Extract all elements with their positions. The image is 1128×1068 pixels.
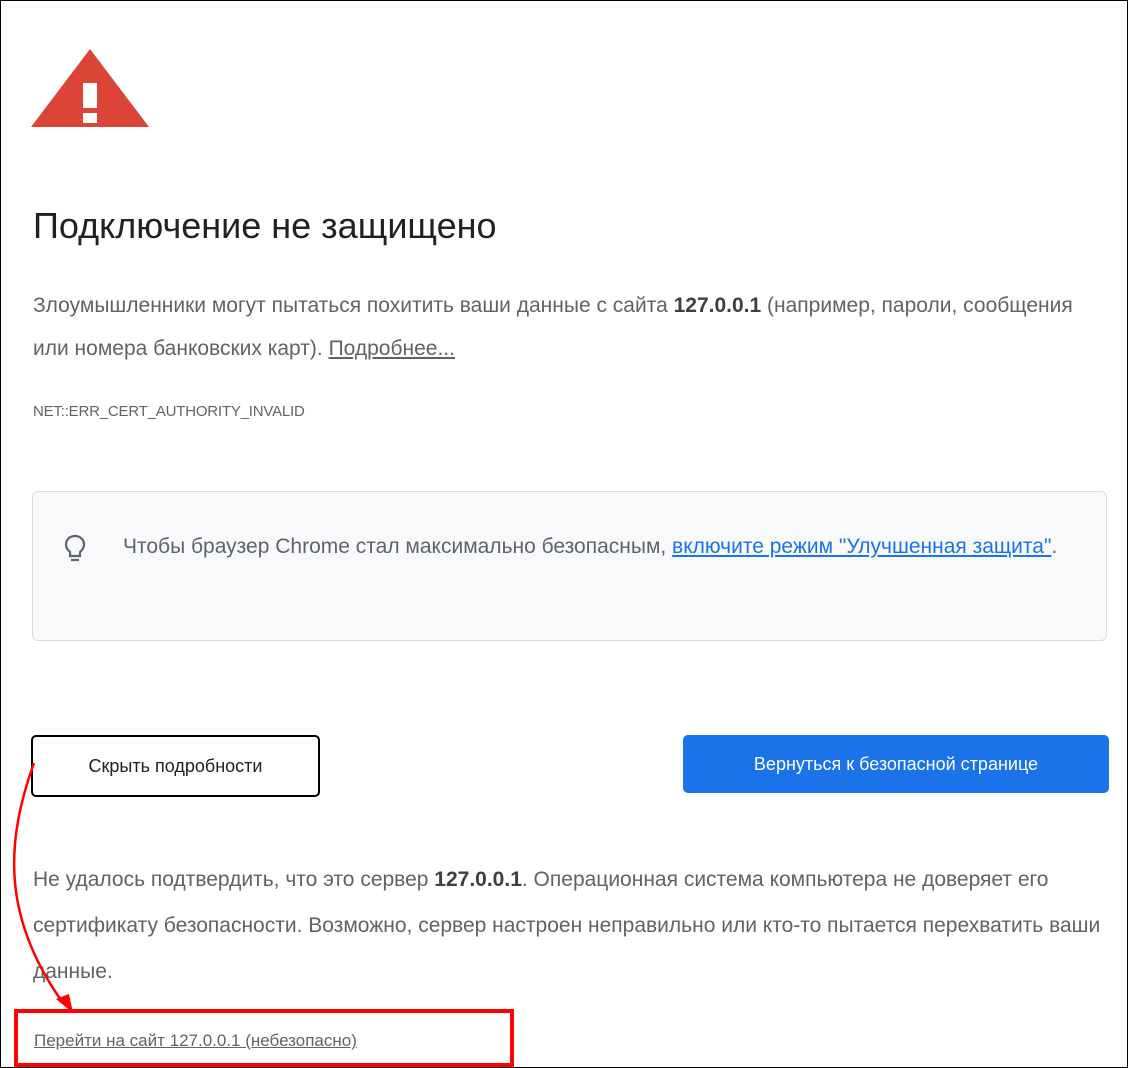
tip-text-end: . bbox=[1051, 535, 1058, 558]
enhanced-protection-tip: Чтобы браузер Chrome стал максимально бе… bbox=[32, 491, 1107, 641]
enhanced-protection-link[interactable]: включите режим "Улучшенная защита" bbox=[672, 535, 1051, 558]
details-text-start: Не удалось подтвердить, что это сервер bbox=[33, 868, 435, 891]
proceed-highlight-box: Перейти на сайт 127.0.0.1 (небезопасно) bbox=[14, 1009, 514, 1067]
proceed-unsafe-link[interactable]: Перейти на сайт 127.0.0.1 (небезопасно) bbox=[34, 1031, 357, 1051]
interstitial-page: Подключение не защищено Злоумышленники м… bbox=[0, 0, 1128, 1068]
page-title: Подключение не защищено bbox=[33, 205, 497, 246]
tip-text-start: Чтобы браузер Chrome стал максимально бе… bbox=[123, 535, 673, 558]
tip-text: Чтобы браузер Chrome стал максимально бе… bbox=[123, 525, 1083, 568]
back-to-safety-button[interactable]: Вернуться к безопасной странице bbox=[683, 735, 1109, 793]
hide-details-button[interactable]: Скрыть подробности bbox=[31, 735, 320, 797]
lightbulb-icon bbox=[64, 534, 86, 562]
warning-triangle-icon bbox=[31, 49, 149, 127]
intro-host: 127.0.0.1 bbox=[673, 294, 762, 317]
learn-more-link[interactable]: Подробнее... bbox=[329, 337, 455, 360]
intro-text-start: Злоумышленники могут пытаться похитить в… bbox=[33, 294, 674, 317]
details-host: 127.0.0.1 bbox=[434, 868, 522, 891]
intro-text: Злоумышленники могут пытаться похитить в… bbox=[33, 284, 1113, 370]
details-text: Не удалось подтвердить, что это сервер 1… bbox=[33, 857, 1118, 995]
error-code: NET::ERR_CERT_AUTHORITY_INVALID bbox=[33, 403, 305, 420]
